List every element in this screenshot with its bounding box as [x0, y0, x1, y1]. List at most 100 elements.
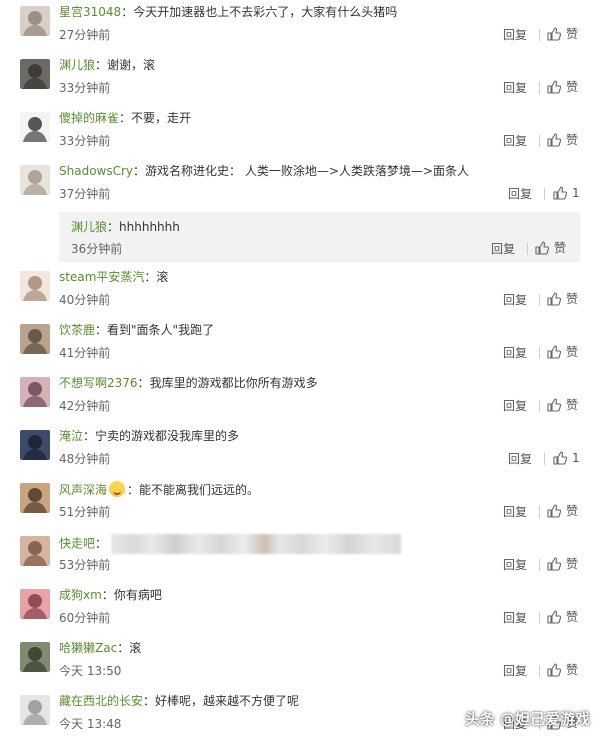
like-button[interactable]: 赞	[547, 132, 578, 148]
avatar[interactable]	[20, 59, 50, 89]
comment-username[interactable]: 成狗xm	[59, 588, 102, 602]
comment-time: 37分钟前	[59, 187, 111, 201]
avatar[interactable]	[20, 695, 50, 725]
reply-button[interactable]: 回复	[503, 133, 527, 149]
sub-reply-line: 渊儿狼：hhhhhhhh	[71, 219, 180, 235]
divider	[544, 453, 545, 465]
comment-row: 饮茶鹿：看到"面条人"我跑了 41分钟前 回复 赞	[0, 318, 600, 371]
sub-reply-text: hhhhhhhh	[119, 220, 180, 234]
comment-line: 淹泣：宁卖的游戏都没我库里的多	[59, 428, 239, 444]
colon: ：	[95, 536, 108, 551]
colon: ：	[95, 58, 108, 72]
comment-row: ShadowsCry：游戏名称进化史： 人类一败涂地—>人类跌落梦境—>面条人 3…	[0, 159, 600, 212]
divider	[539, 665, 540, 677]
like-count: 赞	[566, 133, 579, 147]
like-count: 赞	[566, 504, 579, 518]
comment-text: 我库里的游戏都比你所有游戏多	[149, 376, 318, 390]
comment-username[interactable]: 星宫31048	[59, 5, 121, 19]
comment-text: 好棒呢，越来越不方便了呢	[155, 694, 300, 708]
like-button[interactable]: 赞	[547, 344, 578, 360]
avatar[interactable]	[20, 483, 50, 513]
reply-button[interactable]: 回复	[503, 398, 527, 414]
reply-button[interactable]: 回复	[508, 186, 532, 202]
like-button[interactable]: 1	[553, 450, 580, 466]
divider	[539, 135, 540, 147]
comment-username[interactable]: 淹泣	[59, 429, 83, 443]
colon: ：	[133, 164, 146, 178]
avatar[interactable]	[20, 6, 50, 36]
reply-button[interactable]: 回复	[503, 663, 527, 679]
avatar[interactable]	[20, 112, 50, 142]
comment-line: 饮茶鹿：看到"面条人"我跑了	[59, 322, 214, 338]
thumbs-up-icon	[547, 610, 561, 624]
comment-text: 你有病吧	[113, 588, 162, 602]
sub-reply-username[interactable]: 渊儿狼	[71, 220, 107, 234]
comment-username[interactable]: 哈獭獭Zac	[59, 641, 117, 655]
comment-username[interactable]: 傻掉的麻雀	[59, 111, 119, 125]
thumbs-up-icon	[547, 663, 561, 677]
reply-button[interactable]: 回复	[503, 27, 527, 43]
like-button[interactable]: 赞	[547, 662, 578, 678]
reply-button[interactable]: 回复	[503, 557, 527, 573]
like-button[interactable]: 赞	[547, 556, 578, 572]
colon: ：	[143, 694, 156, 708]
thumbs-up-icon	[547, 504, 561, 518]
comment-time: 41分钟前	[59, 346, 111, 360]
comment-time: 27分钟前	[59, 28, 111, 42]
comment-row: 傻掉的麻雀：不要，走开 33分钟前 回复 赞	[0, 106, 600, 159]
comment-username[interactable]: 快走吧	[59, 537, 95, 551]
like-button[interactable]: 赞	[547, 26, 578, 42]
comment-row: 淹泣：宁卖的游戏都没我库里的多 48分钟前 回复 1	[0, 424, 600, 477]
comment-time: 33分钟前	[59, 134, 111, 148]
comment-username[interactable]: ShadowsCry	[59, 164, 133, 178]
like-button[interactable]: 赞	[547, 79, 578, 95]
comment-row: 星宫31048：今天开加速器也上不去彩六了，大家有什么头猪吗 27分钟前 回复 赞	[0, 0, 600, 53]
avatar[interactable]	[20, 377, 50, 407]
like-button[interactable]: 赞	[535, 240, 566, 256]
thumbs-up-icon	[547, 345, 561, 359]
reply-button[interactable]: 回复	[503, 80, 527, 96]
comment-username[interactable]: 藏在西北的长安	[59, 694, 143, 708]
comment-line: 星宫31048：今天开加速器也上不去彩六了，大家有什么头猪吗	[59, 4, 397, 20]
like-button[interactable]: 赞	[547, 609, 578, 625]
avatar[interactable]	[20, 324, 50, 354]
avatar[interactable]	[20, 271, 50, 301]
reply-button[interactable]: 回复	[491, 241, 515, 257]
colon: ：	[127, 483, 140, 497]
avatar[interactable]	[20, 165, 50, 195]
divider	[544, 188, 545, 200]
like-button[interactable]: 1	[553, 185, 580, 201]
avatar[interactable]	[20, 642, 50, 672]
avatar[interactable]	[20, 536, 50, 566]
like-count: 赞	[554, 241, 567, 255]
comment-time: 53分钟前	[59, 558, 111, 572]
like-button[interactable]: 赞	[547, 503, 578, 519]
thumbs-up-icon	[547, 133, 561, 147]
colon: ：	[121, 5, 134, 19]
like-count: 赞	[566, 80, 579, 94]
colon: ：	[95, 323, 108, 337]
like-button[interactable]: 赞	[547, 291, 578, 307]
divider	[539, 29, 540, 41]
like-count: 赞	[566, 292, 579, 306]
comment-username[interactable]: 渊儿狼	[59, 58, 95, 72]
reply-button[interactable]: 回复	[503, 504, 527, 520]
watermark: 头条 @妲己爱游戏	[464, 710, 590, 728]
comment-username[interactable]: 不想写啊2376	[59, 376, 138, 390]
avatar[interactable]	[20, 589, 50, 619]
reply-button[interactable]: 回复	[508, 451, 532, 467]
avatar[interactable]	[20, 430, 50, 460]
comment-time: 33分钟前	[59, 81, 111, 95]
reply-button[interactable]: 回复	[503, 345, 527, 361]
comment-line: ShadowsCry：游戏名称进化史： 人类一败涂地—>人类跌落梦境—>面条人	[59, 163, 469, 179]
comment-time: 今天 13:50	[59, 664, 122, 678]
like-count: 赞	[566, 345, 579, 359]
comment-time: 60分钟前	[59, 611, 111, 625]
like-button[interactable]: 赞	[547, 397, 578, 413]
comment-row: steam平安蒸汽：滚 40分钟前 回复 赞	[0, 265, 600, 318]
comment-username[interactable]: steam平安蒸汽	[59, 270, 144, 284]
comment-username[interactable]: 风声深海	[59, 483, 107, 497]
reply-button[interactable]: 回复	[503, 292, 527, 308]
comment-username[interactable]: 饮茶鹿	[59, 323, 95, 337]
reply-button[interactable]: 回复	[503, 610, 527, 626]
